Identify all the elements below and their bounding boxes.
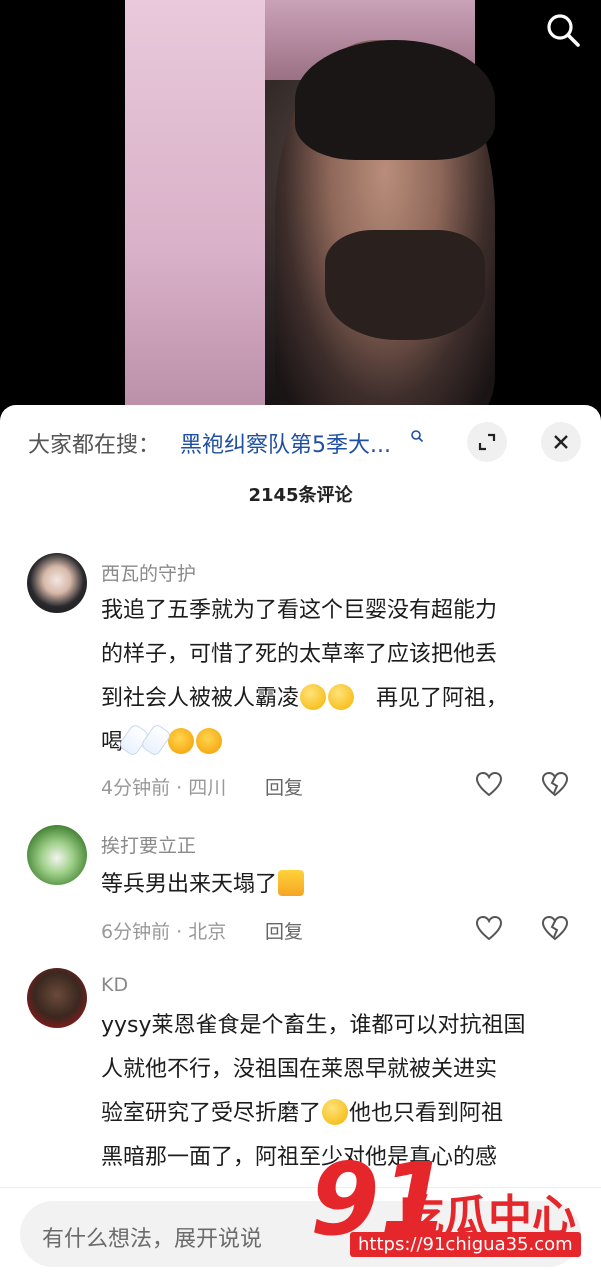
comment-time-location: 4分钟前 · 四川 <box>101 777 227 799</box>
comment-line: yysy莱恩雀食是个畜生，谁都可以对抗祖国 <box>101 1013 526 1038</box>
comment-line-part: 再见了阿祖， <box>376 686 509 711</box>
comment-line: 到社会人被被人霸凌 再见了阿祖， <box>101 677 571 721</box>
expand-icon <box>478 433 496 451</box>
comment-line-part: 他也只看到阿祖 <box>349 1101 504 1126</box>
comment-line: 我追了五季就为了看这个巨婴没有超能力 <box>101 598 498 623</box>
reply-button[interactable]: 回复 <box>265 773 303 800</box>
comment-input-placeholder: 有什么想法，展开说说 <box>42 1227 263 1252</box>
heart-like-icon[interactable] <box>474 913 504 943</box>
pikachu-emoji-icon <box>278 870 305 896</box>
close-icon <box>554 435 568 449</box>
reply-button[interactable]: 回复 <box>265 917 303 944</box>
broken-heart-dislike-icon[interactable] <box>540 769 570 799</box>
comment-line: 喝 <box>101 721 571 765</box>
search-button[interactable] <box>543 10 583 50</box>
search-icon <box>547 14 580 47</box>
watermark-logo: 91 吃瓜中心 https://91chigua35.com <box>300 1150 600 1270</box>
baby-bottle-emoji-icon <box>139 722 173 758</box>
comment-count: 2145条评论 <box>248 485 353 506</box>
video-frame <box>125 0 495 420</box>
avatar[interactable] <box>27 553 87 613</box>
close-button[interactable] <box>541 422 581 462</box>
crying-emoji-icon <box>168 728 195 754</box>
sweat-smile-emoji-icon <box>322 1099 349 1125</box>
broken-heart-dislike-icon[interactable] <box>540 913 570 943</box>
video-player[interactable] <box>0 0 601 420</box>
comment-username[interactable]: 挨打要立正 <box>101 831 196 858</box>
avatar[interactable] <box>27 825 87 885</box>
hot-search-link[interactable]: 黑袍纠察队第5季大... <box>180 427 391 459</box>
video-person-beard <box>325 230 485 340</box>
hot-search-prefix: 大家都在搜： <box>28 433 161 458</box>
comment-text: 我追了五季就为了看这个巨婴没有超能力 的样子，可惜了死的太草率了应该把他丢 到社… <box>101 589 571 765</box>
avatar[interactable] <box>27 968 87 1028</box>
comment-username[interactable]: KD <box>101 974 128 996</box>
video-background-wall <box>125 0 265 420</box>
comment-time-location: 6分钟前 · 北京 <box>101 921 227 943</box>
comment-line-part: 到社会人被被人霸凌 <box>101 686 300 711</box>
comment-username[interactable]: 西瓦的守护 <box>101 559 196 586</box>
comment-line-part: 验室研究了受尽折磨了 <box>101 1101 322 1126</box>
video-person-hair <box>295 40 495 160</box>
crying-emoji-icon <box>196 728 223 754</box>
worried-emoji-icon <box>328 684 355 710</box>
comment-sheet: 大家都在搜： 黑袍纠察队第5季大... 2145条评论 西瓦的守护 我追了五季就… <box>0 405 601 1281</box>
comment-line: 验室研究了受尽折磨了 他也只看到阿祖 <box>101 1092 571 1136</box>
small-search-icon <box>411 430 424 443</box>
comment-line-part: 等兵男出来天塌了 <box>101 872 278 897</box>
worried-emoji-icon <box>300 684 327 710</box>
comment-text: 等兵男出来天塌了 <box>101 863 571 907</box>
watermark-url: https://91chigua35.com <box>350 1232 581 1257</box>
comment-line: 人就他不行，没祖国在莱恩早就被关进实 <box>101 1057 498 1082</box>
hot-search-row: 大家都在搜： 黑袍纠察队第5季大... <box>0 415 601 467</box>
expand-button[interactable] <box>467 422 507 462</box>
heart-like-icon[interactable] <box>474 769 504 799</box>
comment-line: 的样子，可惜了死的太草率了应该把他丢 <box>101 642 498 667</box>
comment-line: 等兵男出来天塌了 <box>101 863 571 907</box>
